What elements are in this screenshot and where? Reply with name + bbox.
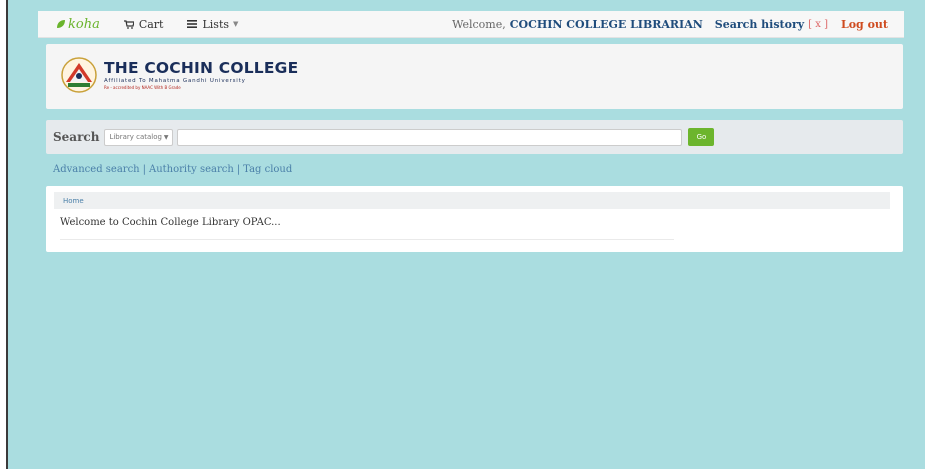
- breadcrumb-home-link[interactable]: Home: [63, 197, 84, 205]
- koha-brand-text: koha: [68, 16, 100, 32]
- user-nav: Welcome, COCHIN COLLEGE LIBRARIAN Search…: [452, 18, 888, 31]
- tag-cloud-link[interactable]: Tag cloud: [243, 164, 292, 175]
- college-logo[interactable]: THE COCHIN COLLEGE Affiliated To Mahatma…: [60, 56, 298, 94]
- left-edge-bar: [0, 0, 8, 469]
- list-icon: [187, 20, 198, 28]
- lists-dropdown[interactable]: Lists ▼: [187, 18, 238, 31]
- more-searches: Advanced search | Authority search | Tag clo…: [53, 164, 292, 175]
- search-bar: Search Library catalog ▼ Go: [46, 120, 903, 154]
- link-separator: |: [236, 164, 241, 175]
- main-content: Home Welcome to Cochin College Library O…: [46, 186, 903, 252]
- search-history-link[interactable]: Search history: [715, 18, 804, 31]
- header-banner: THE COCHIN COLLEGE Affiliated To Mahatma…: [46, 44, 903, 109]
- top-navbar: koha Cart Lists ▼ Welcome, COCHIN COLLEG…: [38, 11, 904, 38]
- affiliation-text: Affiliated To Mahatma Gandhi University: [104, 78, 246, 84]
- cart-button[interactable]: Cart: [123, 17, 164, 31]
- welcome-text: Welcome,: [452, 17, 506, 31]
- breadcrumb: Home: [54, 192, 890, 209]
- search-scope-select[interactable]: Library catalog ▼: [104, 128, 174, 146]
- college-emblem-icon: [61, 57, 97, 93]
- go-button[interactable]: Go: [688, 128, 715, 146]
- opac-welcome-message: Welcome to Cochin College Library OPAC..…: [60, 217, 281, 228]
- cart-icon: [123, 19, 134, 29]
- link-separator: |: [142, 164, 146, 175]
- authority-search-link[interactable]: Authority search: [149, 164, 234, 175]
- chevron-down-icon: ▼: [233, 20, 239, 28]
- lists-label: Lists: [202, 17, 230, 31]
- cart-label: Cart: [138, 17, 164, 31]
- koha-leaf-icon: [57, 20, 65, 28]
- chevron-down-icon: ▼: [163, 133, 169, 141]
- accreditation-text: Re - accredited by NAAC With B Grade: [104, 85, 181, 90]
- koha-logo-link[interactable]: koha: [56, 17, 100, 32]
- logged-in-user[interactable]: COCHIN COLLEGE LIBRARIAN: [510, 18, 703, 31]
- search-input[interactable]: [177, 128, 683, 146]
- college-name: THE COCHIN COLLEGE: [104, 59, 299, 77]
- clear-history-button[interactable]: [ x ]: [808, 19, 828, 30]
- search-scope-value: Library catalog: [109, 133, 162, 141]
- logout-link[interactable]: Log out: [841, 18, 888, 31]
- search-label: Search: [53, 130, 100, 144]
- divider: [60, 239, 674, 240]
- advanced-search-link[interactable]: Advanced search: [53, 164, 140, 175]
